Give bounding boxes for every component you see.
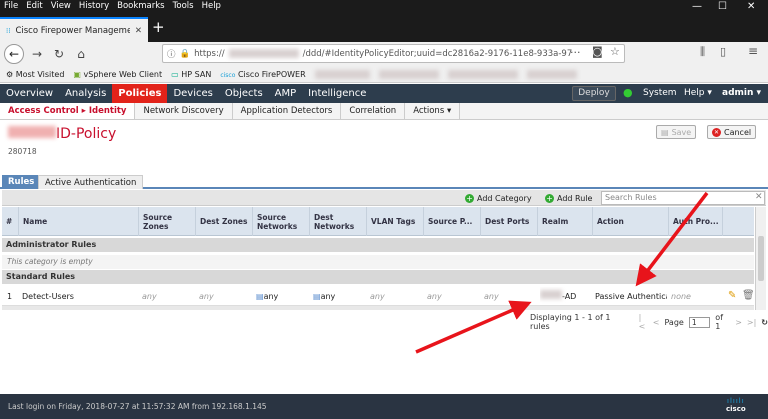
annotation-arrows: [415, 191, 709, 354]
annotation-arrow-realm: [415, 300, 532, 354]
annotation-arrow-action: [635, 191, 709, 287]
